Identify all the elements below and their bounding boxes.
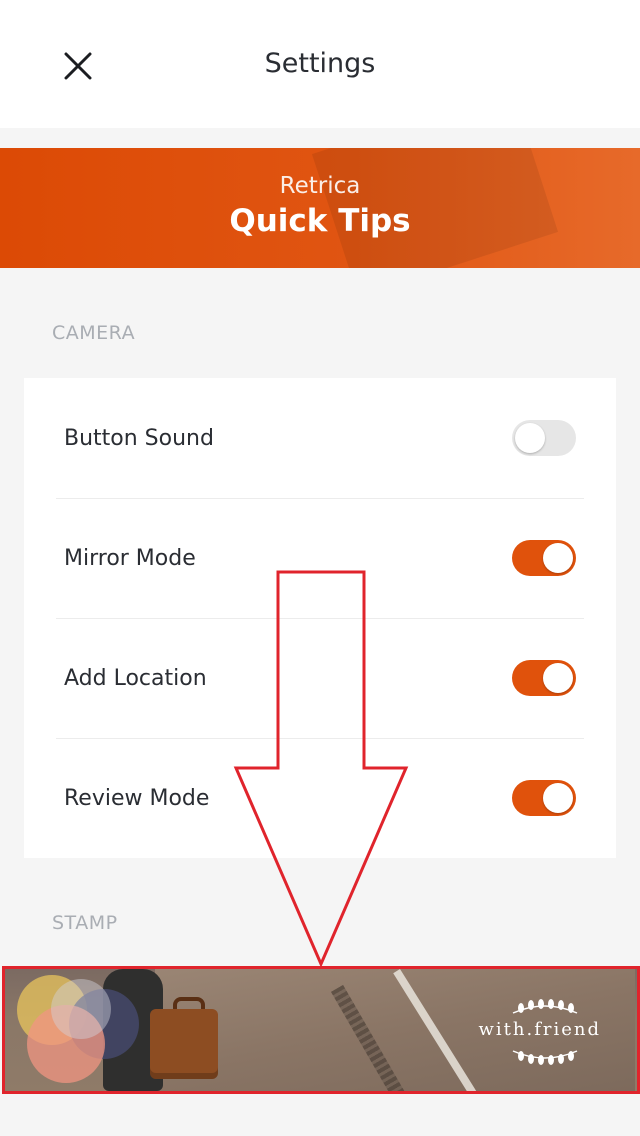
toggle-knob bbox=[543, 663, 573, 693]
color-bubble bbox=[51, 979, 111, 1039]
laurel-bottom-icon bbox=[512, 1050, 578, 1065]
toggle-knob bbox=[543, 783, 573, 813]
section-label-stamp: STAMP bbox=[52, 912, 118, 934]
stamp-text: with.friend bbox=[478, 1019, 601, 1040]
close-icon bbox=[64, 52, 92, 80]
setting-row-mirror-mode: Mirror Mode bbox=[56, 498, 584, 619]
quick-tips-banner[interactable]: Retrica Quick Tips bbox=[0, 148, 640, 268]
banner-text: Retrica Quick Tips bbox=[0, 172, 640, 242]
setting-label: Button Sound bbox=[64, 425, 214, 451]
setting-row-add-location: Add Location bbox=[56, 618, 584, 739]
add-location-toggle[interactable] bbox=[512, 660, 576, 696]
banner-subtitle: Retrica bbox=[279, 173, 361, 199]
setting-label: Mirror Mode bbox=[64, 545, 196, 571]
stamp-preview-banner[interactable]: with.friend bbox=[2, 966, 640, 1094]
setting-row-review-mode: Review Mode bbox=[56, 738, 584, 858]
setting-label: Review Mode bbox=[64, 785, 210, 811]
setting-label: Add Location bbox=[64, 665, 207, 691]
button-sound-toggle[interactable] bbox=[512, 420, 576, 456]
setting-row-button-sound: Button Sound bbox=[56, 378, 584, 499]
laurel-top-icon bbox=[512, 999, 578, 1014]
toggle-knob bbox=[515, 423, 545, 453]
banner-title: Quick Tips bbox=[229, 203, 411, 239]
review-mode-toggle[interactable] bbox=[512, 780, 576, 816]
suitcase bbox=[150, 1009, 218, 1079]
close-button[interactable] bbox=[56, 44, 100, 88]
section-label-camera: CAMERA bbox=[52, 322, 136, 344]
mirror-mode-toggle[interactable] bbox=[512, 540, 576, 576]
top-bar: Settings bbox=[0, 0, 640, 128]
toggle-knob bbox=[543, 543, 573, 573]
camera-settings-card: Button Sound Mirror Mode Add Location Re… bbox=[24, 378, 616, 858]
